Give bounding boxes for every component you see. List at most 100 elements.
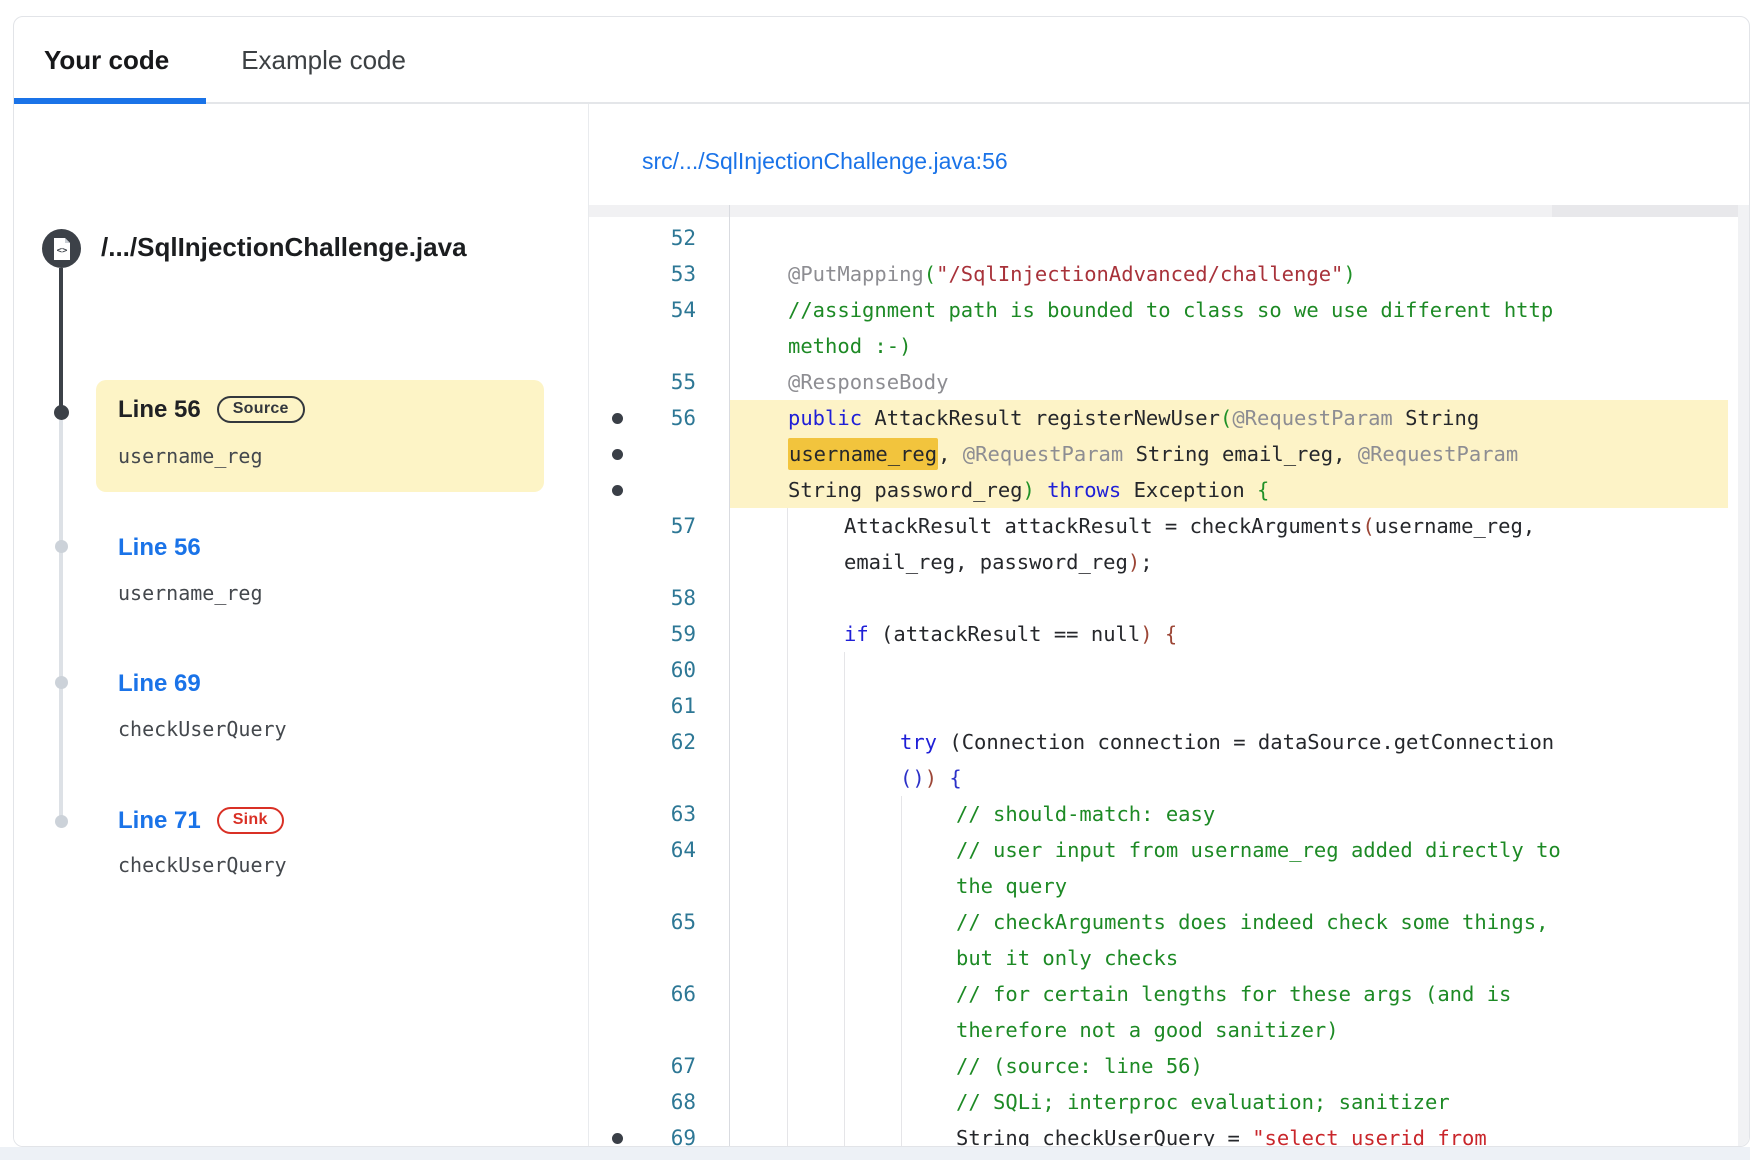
code-line: 62 try (Connection connection = dataSourc… (589, 724, 1750, 760)
line-number: 52 (671, 220, 696, 256)
gutter-cell: 64 (589, 832, 730, 868)
tab-example-code[interactable]: Example code (241, 45, 406, 76)
code-line: 68// SQLi; interproc evaluation; sanitiz… (589, 1084, 1750, 1120)
timeline-dot (55, 676, 68, 689)
source-badge: Source (217, 396, 305, 423)
code-token: @RequestParam (963, 442, 1123, 466)
vertical-scrollbar[interactable] (1738, 205, 1750, 1147)
code-line: 52 (589, 220, 1750, 256)
code-text: email_reg, password_reg); (730, 544, 1750, 580)
entry-line-label[interactable]: Line 56 (118, 534, 201, 561)
file-title: /.../SqlInjectionChallenge.java (101, 230, 503, 265)
code-text: //assignment path is bounded to class so… (730, 292, 1750, 328)
entry-symbol: username_reg (118, 444, 263, 468)
code-text (730, 652, 1750, 688)
file-location-link[interactable]: src/.../SqlInjectionChallenge.java:56 (642, 148, 1008, 175)
line-number: 64 (671, 832, 696, 868)
code-token: ) (1128, 550, 1140, 574)
trace-entry-line-56[interactable]: Line 56 (118, 534, 201, 562)
code-token: attackResult == null (893, 622, 1140, 646)
code-text: // (source: line 56) (730, 1048, 1750, 1084)
code-text: String checkUserQuery = "select userid f… (730, 1120, 1750, 1147)
code-token: String (1393, 406, 1479, 430)
code-line: 69String checkUserQuery = "select userid… (589, 1120, 1750, 1147)
entry-line-label[interactable]: Line 71 (118, 807, 201, 834)
line-number: 66 (671, 976, 696, 1012)
code-token: // SQLi; interproc evaluation; sanitizer (956, 1090, 1450, 1114)
sink-badge: Sink (217, 807, 284, 834)
code-token: method :-) (788, 334, 911, 358)
code-token: "select userid from (1252, 1126, 1487, 1147)
code-line: 53@PutMapping("/SqlInjectionAdvanced/cha… (589, 256, 1750, 292)
code-token: @ResponseBody (788, 370, 948, 394)
trace-entry-line-71[interactable]: Line 71 Sink (118, 807, 284, 835)
line-number: 63 (671, 796, 696, 832)
gutter-cell: 52 (589, 220, 730, 256)
code-token (1035, 478, 1047, 502)
line-number: 57 (671, 508, 696, 544)
code-text: therefore not a good sanitizer) (730, 1012, 1750, 1048)
code-token: String checkUserQuery = (956, 1126, 1252, 1147)
code-token: // user input from username_reg added di… (956, 838, 1561, 862)
code-token: username_reg, (1375, 514, 1535, 538)
code-token: //assignment path is bounded to class so… (788, 298, 1553, 322)
gutter-cell (589, 940, 730, 976)
timeline-dot (55, 540, 68, 553)
code-line: String password_reg) throws Exception { (589, 472, 1750, 508)
entry-line-label[interactable]: Line 69 (118, 670, 201, 697)
trace-entry-line-56[interactable]: Line 56 Source (118, 396, 305, 424)
trace-bullet-icon (612, 413, 623, 424)
tab-your-code[interactable]: Your code (44, 45, 169, 76)
code-line: 59if (attackResult == null) { (589, 616, 1750, 652)
code-text: // checkArguments does indeed check some… (730, 904, 1750, 940)
code-token: AttackResult attackResult = checkArgumen… (844, 514, 1362, 538)
indent-guide (844, 652, 845, 1147)
timeline-dot (55, 815, 68, 828)
line-number: 60 (671, 652, 696, 688)
code-text (730, 220, 1750, 256)
code-text: try (Connection connection = dataSource.… (730, 724, 1750, 760)
trace-bullet-icon (612, 449, 623, 460)
code-token: // for certain lengths for these args (a… (956, 982, 1511, 1006)
code-text (730, 688, 1750, 724)
line-number: 54 (671, 292, 696, 328)
code-token: String password_reg (788, 478, 1023, 502)
code-token: throws (1047, 478, 1121, 502)
entry-line-label[interactable]: Line 56 (118, 396, 201, 423)
page-background-strip (0, 1147, 1750, 1160)
code-line: the query (589, 868, 1750, 904)
code-line: therefore not a good sanitizer) (589, 1012, 1750, 1048)
gutter-cell: 53 (589, 256, 730, 292)
code-token: { (1257, 478, 1269, 502)
code-line: username_reg, @RequestParam String email… (589, 436, 1750, 472)
line-number: 62 (671, 724, 696, 760)
code-file-icon: <> (42, 229, 81, 268)
code-token: ) (925, 766, 937, 790)
code-token: "/SqlInjectionAdvanced/challenge" (936, 262, 1343, 286)
gutter-cell: 62 (589, 724, 730, 760)
timeline-dot (54, 405, 69, 420)
indent-guide (901, 796, 902, 1147)
code-text: // SQLi; interproc evaluation; sanitizer (730, 1084, 1750, 1120)
code-token: ) (1343, 262, 1355, 286)
gutter-cell: 66 (589, 976, 730, 1012)
gutter-divider (729, 205, 730, 1147)
trace-entry-line-69[interactable]: Line 69 (118, 670, 201, 698)
gutter-cell: 65 (589, 904, 730, 940)
gutter-cell: 57 (589, 508, 730, 544)
code-line: method :-) (589, 328, 1750, 364)
gutter-cell (589, 868, 730, 904)
code-token: // checkArguments does indeed check some… (956, 910, 1548, 934)
code-token: () (900, 766, 925, 790)
gutter-cell (589, 436, 730, 472)
code-text: ()) { (730, 760, 1750, 796)
code-text: // should-match: easy (730, 796, 1750, 832)
code-line: 61 (589, 688, 1750, 724)
code-token: public (788, 406, 862, 430)
code-token: // should-match: easy (956, 802, 1215, 826)
code-token: String email_reg, (1123, 442, 1358, 466)
gutter-cell: 59 (589, 616, 730, 652)
gutter-cell (589, 1012, 730, 1048)
gutter-cell: 69 (589, 1120, 730, 1147)
gutter-cell (589, 472, 730, 508)
